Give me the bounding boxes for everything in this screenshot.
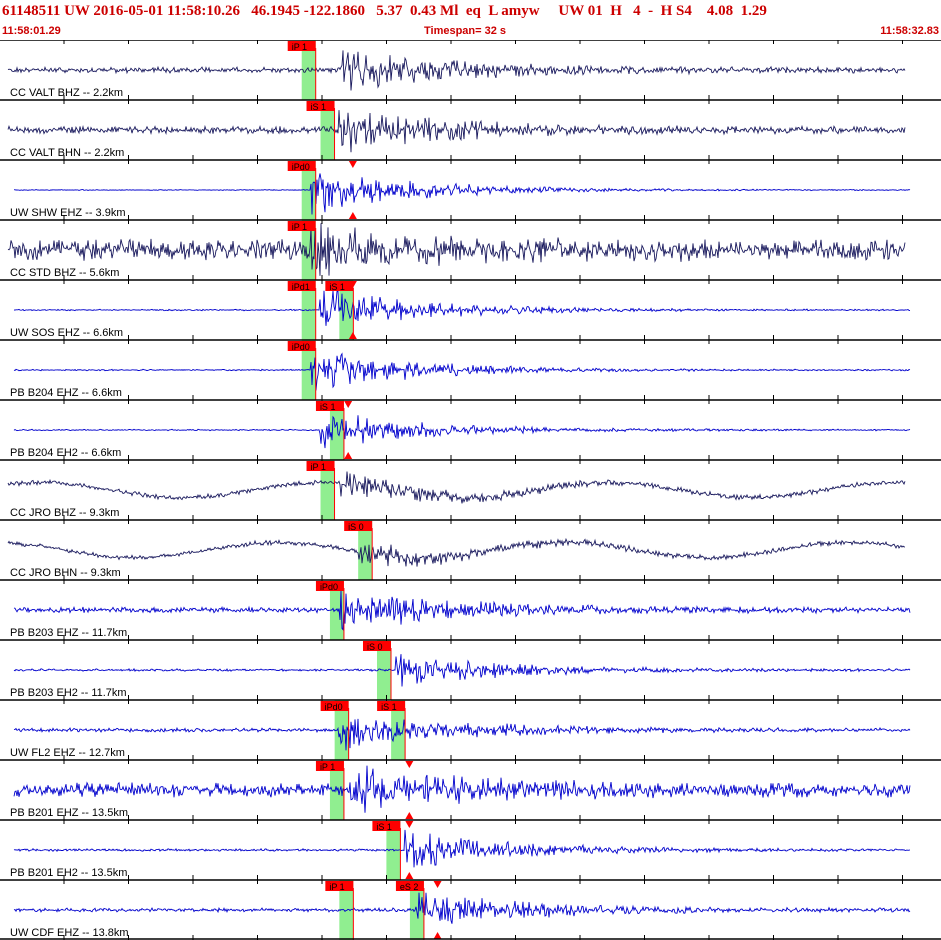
end-time: 11:58:32.83 <box>880 25 939 37</box>
trace-panel: iPd1 iS 1 UW SOS EHZ -- 6.6km <box>0 279 941 340</box>
station-label: UW SHW EHZ -- 3.9km <box>10 207 126 219</box>
station-label: CC VALT BHN -- 2.2km <box>10 147 124 159</box>
waveform <box>13 654 911 687</box>
station-label: CC JRO BHZ -- 9.3km <box>10 507 119 519</box>
pick-label: iP 1 <box>329 882 344 892</box>
pick-label: iP 1 <box>311 462 326 472</box>
trace-panel: iP 1 PB B201 EHZ -- 13.5km <box>0 759 941 820</box>
pick-label: iPd1 <box>292 282 310 292</box>
station-label: UW SOS EHZ -- 6.6km <box>10 327 123 339</box>
waveform <box>13 892 911 924</box>
waveform <box>13 415 911 449</box>
pick-label: iS 0 <box>348 522 364 532</box>
waveform <box>7 223 906 276</box>
pick-label: iP 1 <box>292 42 307 52</box>
pick-label: iP 1 <box>292 222 307 232</box>
pick-label: iPd0 <box>292 162 310 172</box>
trace-panel: iPd0 iS 1 UW FL2 EHZ -- 12.7km <box>0 699 941 760</box>
arrival-marker <box>405 761 414 768</box>
pick-label: iS 0 <box>367 642 383 652</box>
trace-panel: iP 1 eS 2 UW CDF EHZ -- 13.8km <box>0 879 941 940</box>
waveform <box>13 765 911 813</box>
station-label: PB B201 EHZ -- 13.5km <box>10 807 128 819</box>
pick-label: eS 2 <box>400 882 419 892</box>
waveform <box>7 110 906 153</box>
seismogram-plot[interactable]: iP 1 CC VALT BHZ -- 2.2km iS 1 CC VALT BHN … <box>0 40 941 940</box>
arrival-marker <box>433 881 442 888</box>
waveform <box>13 829 910 868</box>
pick-label: iP 1 <box>320 762 335 772</box>
station-label: PB B203 EHZ -- 11.7km <box>10 627 127 639</box>
arrival-marker <box>344 452 353 459</box>
waveform <box>13 352 911 391</box>
pick-label: iPd0 <box>292 342 310 352</box>
trace-panel: iPd0 PB B203 EHZ -- 11.7km <box>0 579 941 640</box>
waveform <box>13 590 911 631</box>
pick-label: iPd0 <box>325 702 343 712</box>
trace-panel: iPd0 PB B204 EHZ -- 6.6km <box>0 339 941 400</box>
waveform <box>7 50 906 91</box>
trace-panel: iS 1 PB B204 EH2 -- 6.6km <box>0 399 941 460</box>
start-time: 11:58:01.29 <box>2 25 61 37</box>
waveform <box>7 537 905 567</box>
trace-panel: iP 1 CC JRO BHZ -- 9.3km <box>0 459 941 520</box>
station-label: CC STD BHZ -- 5.6km <box>10 267 119 279</box>
waveform <box>13 718 911 751</box>
trace-panel: iS 1 CC VALT BHN -- 2.2km <box>0 99 941 160</box>
station-label: UW FL2 EHZ -- 12.7km <box>10 747 125 759</box>
trace-panel: iP 1 CC STD BHZ -- 5.6km <box>0 219 941 280</box>
station-label: CC VALT BHZ -- 2.2km <box>10 87 123 99</box>
station-label: PB B204 EHZ -- 6.6km <box>10 387 122 399</box>
pick-label: iS 1 <box>320 402 336 412</box>
station-label: CC JRO BHN -- 9.3km <box>10 567 121 579</box>
trace-panel: iP 1 CC VALT BHZ -- 2.2km <box>0 40 941 100</box>
trace-panel: iS 1 PB B201 EH2 -- 13.5km <box>0 819 941 880</box>
arrival-marker <box>348 161 357 168</box>
trace-panel: iS 0 CC JRO BHN -- 9.3km <box>0 519 941 580</box>
arrival-marker <box>405 821 414 828</box>
waveform <box>13 290 911 326</box>
station-label: PB B203 EH2 -- 11.7km <box>10 687 127 699</box>
pick-label: iS 1 <box>311 102 327 112</box>
arrival-marker <box>348 212 357 219</box>
timespan: Timespan= 32 s <box>424 25 507 37</box>
pick-label: iS 1 <box>381 702 397 712</box>
event-summary: 61148511 UW 2016-05-01 11:58:10.26 46.19… <box>2 3 767 19</box>
station-label: PB B201 EH2 -- 13.5km <box>10 867 127 879</box>
trace-panel: iS 0 PB B203 EH2 -- 11.7km <box>0 639 941 700</box>
waveform <box>7 471 906 504</box>
trace-panel: iPd0 UW SHW EHZ -- 3.9km <box>0 159 941 220</box>
pick-label: iS 1 <box>376 822 392 832</box>
waveform <box>13 173 911 215</box>
station-label: PB B204 EH2 -- 6.6km <box>10 447 121 459</box>
pick-label: iPd0 <box>320 582 338 592</box>
station-label: UW CDF EHZ -- 13.8km <box>10 927 129 939</box>
header: 61148511 UW 2016-05-01 11:58:10.26 46.19… <box>0 0 941 40</box>
arrival-marker <box>405 872 414 879</box>
arrival-marker <box>344 401 353 408</box>
arrival-marker <box>433 932 442 939</box>
arrival-marker <box>405 812 414 819</box>
pick-label: iS 1 <box>329 282 345 292</box>
